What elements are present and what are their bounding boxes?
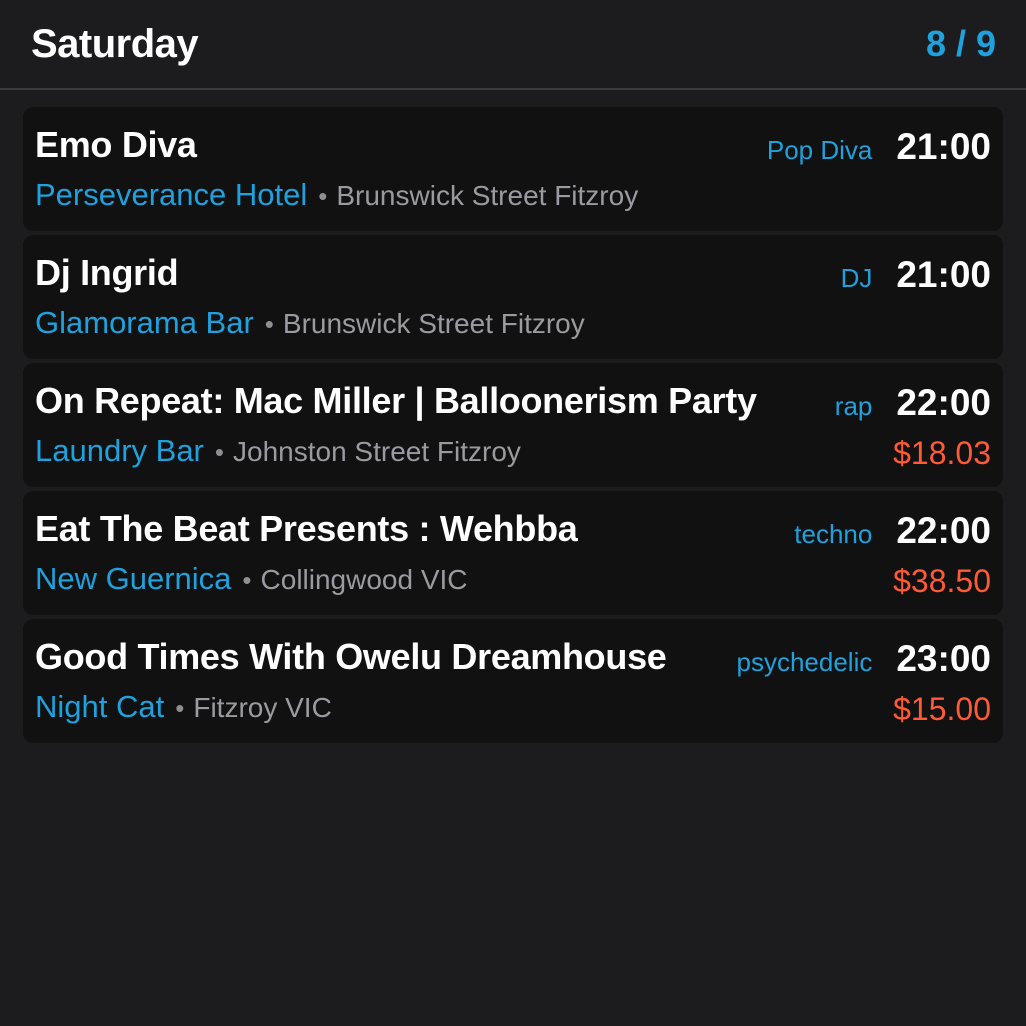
event-title: Eat The Beat Presents : Wehbba <box>35 508 578 549</box>
event-meta: rap 22:00 <box>835 382 991 424</box>
separator-dot: • <box>214 437 224 467</box>
event-meta: DJ 21:00 <box>841 254 991 296</box>
separator-dot: • <box>318 181 328 211</box>
event-meta: psychedelic 23:00 <box>737 638 992 680</box>
day-header: Saturday 8 / 9 <box>0 0 1026 90</box>
event-card[interactable]: Dj Ingrid DJ 21:00 Glamorama Bar • Bruns… <box>23 235 1003 359</box>
event-title: On Repeat: Mac Miller | Balloonerism Par… <box>35 380 757 421</box>
event-listing-page: Saturday 8 / 9 Emo Diva Pop Diva 21:00 P… <box>0 0 1026 1026</box>
venue-name[interactable]: Night Cat <box>35 689 164 725</box>
event-location: Night Cat • Fitzroy VIC <box>35 689 332 725</box>
event-genre-tag: Pop Diva <box>766 135 873 165</box>
event-meta: Pop Diva 21:00 <box>767 126 991 168</box>
event-title: Good Times With Owelu Dreamhouse <box>35 636 667 677</box>
event-time: 23:00 <box>896 638 991 679</box>
event-title: Dj Ingrid <box>35 252 179 293</box>
event-price: $38.50 <box>893 563 991 599</box>
venue-address: Brunswick Street Fitzroy <box>336 180 639 211</box>
event-location: Perseverance Hotel • Brunswick Street Fi… <box>35 177 638 213</box>
event-time: 21:00 <box>896 126 991 167</box>
venue-name[interactable]: Perseverance Hotel <box>35 177 307 213</box>
event-card[interactable]: Good Times With Owelu Dreamhouse psyched… <box>23 619 1003 743</box>
event-card[interactable]: Eat The Beat Presents : Wehbba techno 22… <box>23 491 1003 615</box>
event-genre-tag: rap <box>834 391 873 421</box>
event-price: $15.00 <box>893 691 991 727</box>
venue-name[interactable]: Glamorama Bar <box>35 305 254 341</box>
event-card[interactable]: Emo Diva Pop Diva 21:00 Perseverance Hot… <box>23 107 1003 231</box>
event-title: Emo Diva <box>35 124 197 165</box>
event-location: Glamorama Bar • Brunswick Street Fitzroy <box>35 305 585 341</box>
separator-dot: • <box>242 565 252 595</box>
event-time: 22:00 <box>896 510 991 551</box>
event-time: 21:00 <box>896 254 991 295</box>
event-genre-tag: techno <box>794 519 873 549</box>
event-location: New Guernica • Collingwood VIC <box>35 561 468 597</box>
event-meta: techno 22:00 <box>794 510 991 552</box>
event-list: Emo Diva Pop Diva 21:00 Perseverance Hot… <box>23 107 1003 747</box>
event-genre-tag: psychedelic <box>736 647 873 677</box>
venue-name[interactable]: New Guernica <box>35 561 231 597</box>
separator-dot: • <box>175 693 185 723</box>
venue-name[interactable]: Laundry Bar <box>35 433 204 469</box>
event-card[interactable]: On Repeat: Mac Miller | Balloonerism Par… <box>23 363 1003 487</box>
page-counter: 8 / 9 <box>925 23 996 64</box>
day-title: Saturday <box>31 21 199 66</box>
venue-address: Johnston Street Fitzroy <box>233 436 521 467</box>
event-price: $18.03 <box>893 435 991 471</box>
event-genre-tag: DJ <box>840 263 873 293</box>
event-location: Laundry Bar • Johnston Street Fitzroy <box>35 433 521 469</box>
venue-address: Collingwood VIC <box>260 564 468 595</box>
event-time: 22:00 <box>896 382 991 423</box>
separator-dot: • <box>264 309 274 339</box>
venue-address: Fitzroy VIC <box>193 692 332 723</box>
venue-address: Brunswick Street Fitzroy <box>282 308 585 339</box>
